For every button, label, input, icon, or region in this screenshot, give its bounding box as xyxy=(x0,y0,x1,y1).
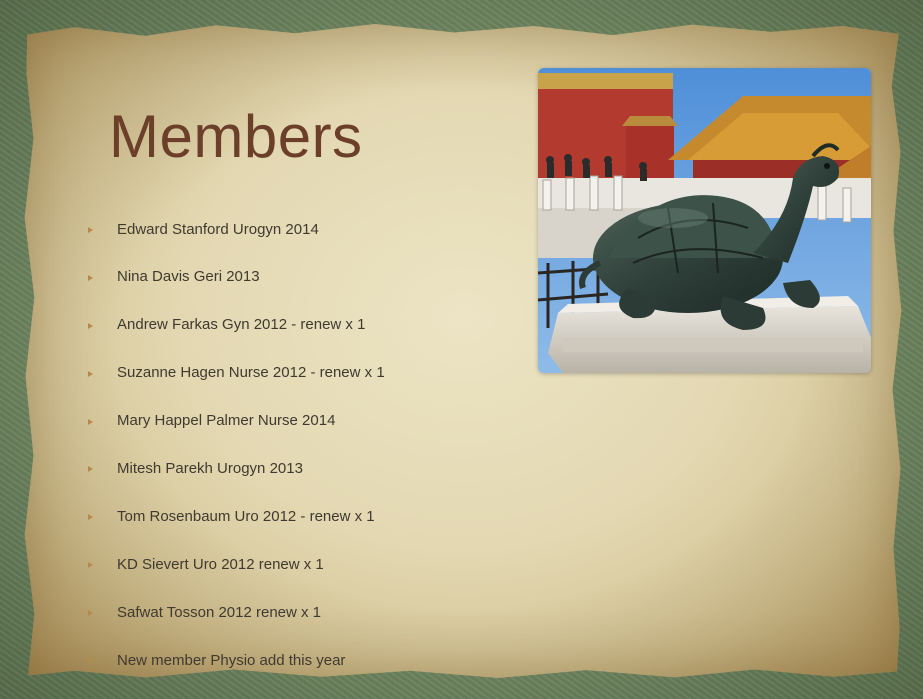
triangle-bullet-icon xyxy=(88,418,93,425)
triangle-bullet-icon xyxy=(88,274,93,281)
member-name: Nina Davis Geri 2013 xyxy=(117,268,260,286)
member-item: Safwat Tosson 2012 renew x 1 xyxy=(80,595,385,629)
slide-background: Members Edward Stanford Urogyn 2014 Nina… xyxy=(0,0,923,699)
member-item: Mary Happel Palmer Nurse 2014 xyxy=(80,404,385,438)
member-item: Tom Rosenbaum Uro 2012 - renew x 1 xyxy=(80,499,385,533)
member-name: KD Sievert Uro 2012 renew x 1 xyxy=(117,555,324,573)
member-name: New member Physio add this year xyxy=(117,651,346,669)
member-name: Andrew Farkas Gyn 2012 - renew x 1 xyxy=(117,316,366,334)
triangle-bullet-icon xyxy=(88,562,93,569)
member-name: Mitesh Parekh Urogyn 2013 xyxy=(117,459,303,477)
member-name: Edward Stanford Urogyn 2014 xyxy=(117,220,319,238)
member-item: Mitesh Parekh Urogyn 2013 xyxy=(80,451,385,485)
member-name: Mary Happel Palmer Nurse 2014 xyxy=(117,412,336,430)
member-item: KD Sievert Uro 2012 renew x 1 xyxy=(80,547,385,581)
member-name: Suzanne Hagen Nurse 2012 - renew x 1 xyxy=(117,364,385,382)
turtle-statue-photo xyxy=(538,68,871,373)
member-list: Edward Stanford Urogyn 2014 Nina Davis G… xyxy=(80,212,385,691)
member-item: Suzanne Hagen Nurse 2012 - renew x 1 xyxy=(80,356,385,390)
member-item: Andrew Farkas Gyn 2012 - renew x 1 xyxy=(80,308,385,342)
triangle-bullet-icon xyxy=(88,658,93,665)
triangle-bullet-icon xyxy=(88,466,93,473)
triangle-bullet-icon xyxy=(88,610,93,617)
triangle-bullet-icon xyxy=(88,322,93,329)
member-name: Safwat Tosson 2012 renew x 1 xyxy=(117,603,322,621)
member-item: Edward Stanford Urogyn 2014 xyxy=(80,212,385,246)
triangle-bullet-icon xyxy=(88,514,93,521)
member-name: Tom Rosenbaum Uro 2012 - renew x 1 xyxy=(117,507,375,525)
triangle-bullet-icon xyxy=(88,370,93,377)
member-item: New member Physio add this year xyxy=(80,643,385,677)
slide-title: Members xyxy=(109,103,363,170)
member-item: Nina Davis Geri 2013 xyxy=(80,260,385,294)
triangle-bullet-icon xyxy=(88,227,93,233)
